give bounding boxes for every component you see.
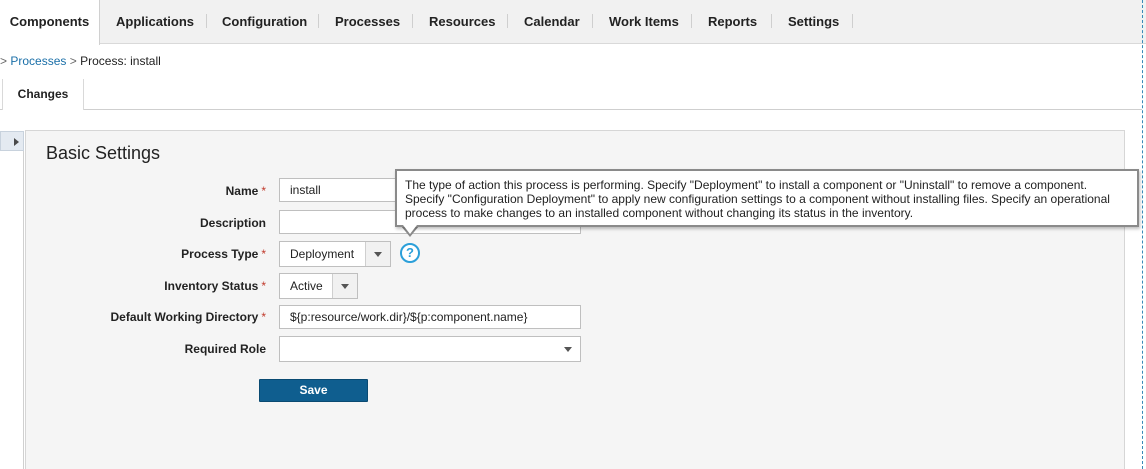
save-button[interactable]: Save (259, 379, 368, 402)
description-label: Description (6, 216, 266, 230)
tab-changes[interactable]: Changes (2, 79, 84, 110)
sub-tabs: Changes (0, 79, 1142, 110)
tab-applications[interactable]: Applications (116, 0, 194, 44)
required-role-label-text: Required Role (184, 342, 266, 356)
tab-reports[interactable]: Reports (708, 0, 757, 44)
inventory-status-select[interactable]: Active (279, 273, 358, 299)
nav-divider (691, 14, 692, 28)
chevron-down-icon (341, 284, 349, 289)
tab-work-items[interactable]: Work Items (609, 0, 679, 44)
chevron-down-icon (374, 252, 382, 257)
inventory-status-value: Active (290, 279, 323, 293)
inventory-status-label-text: Inventory Status (164, 279, 259, 293)
left-gutter (0, 131, 24, 469)
tab-calendar[interactable]: Calendar (524, 0, 580, 44)
required-role-label: Required Role (6, 342, 266, 356)
help-icon[interactable]: ? (400, 243, 420, 263)
top-nav: Components Applications Configuration Pr… (0, 0, 1146, 45)
triangle-right-icon (14, 138, 19, 146)
breadcrumb-link-processes[interactable]: Processes (10, 54, 66, 68)
chevron-down-icon (564, 347, 572, 352)
required-marker: * (261, 279, 266, 293)
panel-title: Basic Settings (46, 143, 161, 163)
required-marker: * (261, 184, 266, 198)
process-type-dropdown-button[interactable] (365, 242, 390, 266)
required-marker: * (261, 310, 266, 324)
description-label-text: Description (199, 216, 266, 230)
breadcrumb: > Processes > Process: install (0, 54, 161, 68)
default-working-directory-input[interactable]: ${p:resource/work.dir}/${p:component.nam… (279, 305, 581, 329)
nav-divider (206, 14, 207, 28)
tab-components[interactable]: Components (0, 0, 100, 45)
expand-sidebar-button[interactable] (0, 131, 24, 151)
required-role-select[interactable] (279, 336, 581, 362)
nav-divider (771, 14, 772, 28)
tab-processes[interactable]: Processes (335, 0, 400, 44)
help-tooltip: The type of action this process is perfo… (395, 169, 1139, 227)
nav-divider (592, 14, 593, 28)
name-label: Name * (6, 184, 266, 198)
process-type-label: Process Type * (6, 247, 266, 261)
required-marker: * (261, 247, 266, 261)
tab-configuration[interactable]: Configuration (222, 0, 307, 44)
breadcrumb-current: Process: install (80, 54, 161, 68)
breadcrumb-chevron: > (0, 54, 8, 68)
tab-resources[interactable]: Resources (429, 0, 495, 44)
nav-divider (507, 14, 508, 28)
nav-divider (852, 14, 853, 28)
viewport-edge-line (1142, 0, 1143, 469)
tab-settings[interactable]: Settings (788, 0, 839, 44)
inventory-status-label: Inventory Status * (6, 279, 266, 293)
inventory-status-dropdown-button[interactable] (332, 274, 357, 298)
breadcrumb-separator: > (69, 54, 77, 68)
nav-divider (318, 14, 319, 28)
process-type-label-text: Process Type (181, 247, 259, 261)
default-working-directory-label-text: Default Working Directory (110, 310, 259, 324)
tooltip-arrow-fill (403, 225, 417, 234)
process-type-value: Deployment (290, 247, 355, 261)
process-type-select[interactable]: Deployment (279, 241, 391, 267)
nav-divider (412, 14, 413, 28)
name-label-text: Name (225, 184, 259, 198)
default-working-directory-label: Default Working Directory * (6, 310, 266, 324)
